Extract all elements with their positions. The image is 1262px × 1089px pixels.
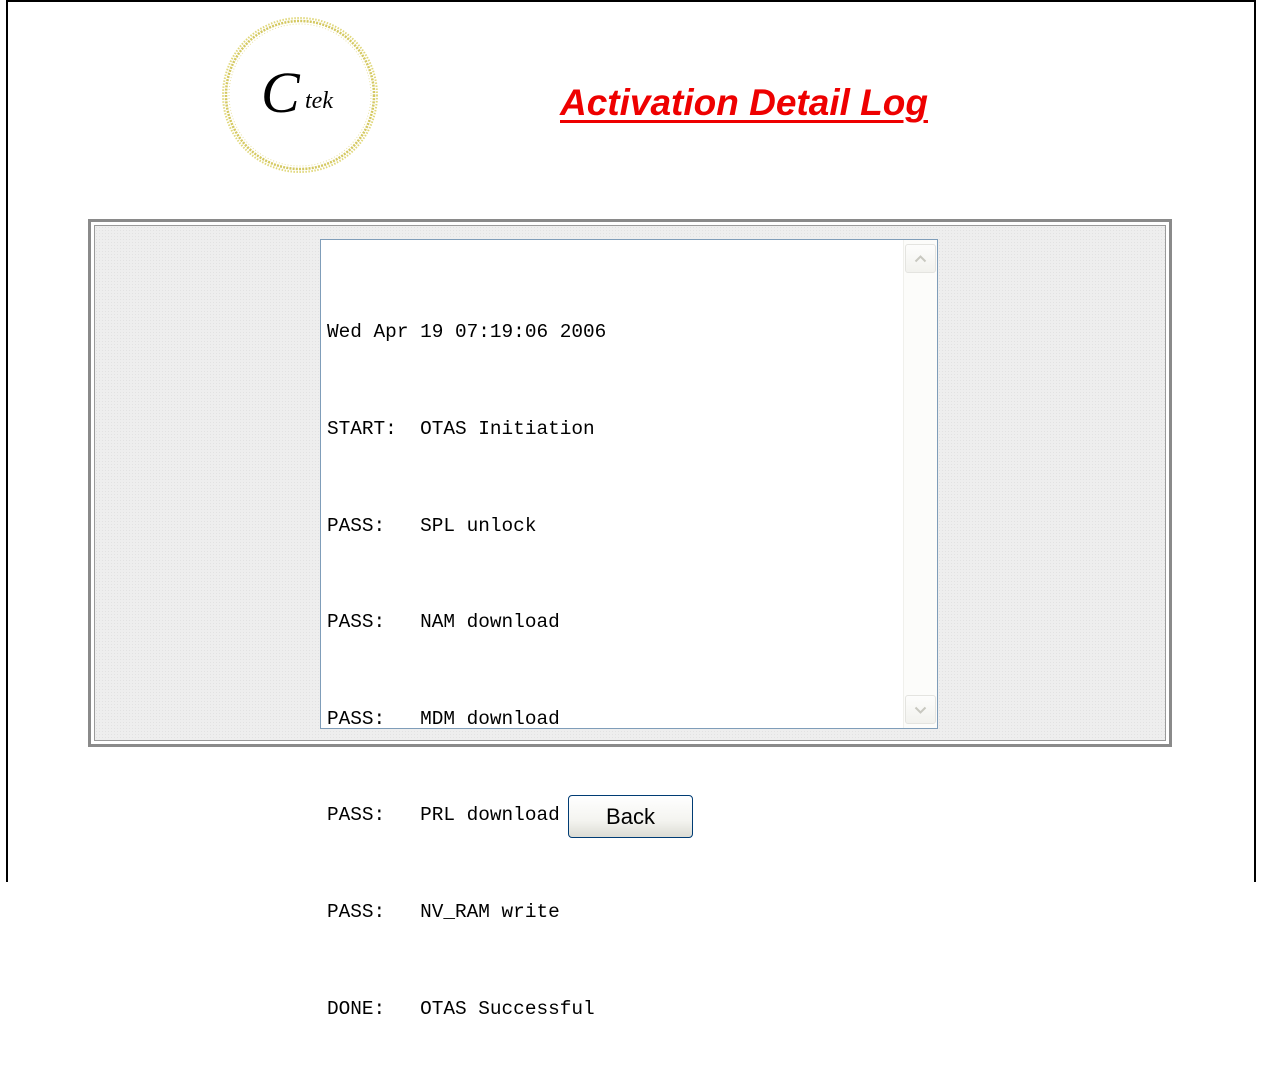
chevron-down-icon (914, 706, 927, 714)
log-text: Wed Apr 19 07:19:06 2006 START: OTAS Ini… (327, 252, 606, 1089)
scroll-up-button[interactable] (905, 244, 936, 273)
log-textarea[interactable]: Wed Apr 19 07:19:06 2006 START: OTAS Ini… (320, 239, 938, 1020)
back-button[interactable]: Back (568, 795, 693, 838)
svg-text:C: C (261, 60, 301, 125)
log-line: PASS: SPL unlock (327, 514, 537, 537)
log-line: PASS: NV_RAM write (327, 901, 560, 924)
scroll-down-button[interactable] (905, 695, 936, 724)
log-line: START: OTAS Initiation (327, 418, 595, 441)
log-line: DONE: OTAS Successful (327, 997, 595, 1020)
log-line: PASS: MDM download (327, 707, 560, 730)
vertical-scrollbar[interactable] (903, 240, 937, 728)
chevron-up-icon (914, 254, 927, 262)
log-line: PASS: PRL download (327, 804, 560, 827)
log-line: Wed Apr 19 07:19:06 2006 (327, 321, 607, 344)
ctek-logo: C tek (219, 14, 381, 176)
svg-text:tek: tek (305, 88, 333, 114)
page-title: Activation Detail Log (560, 82, 928, 123)
log-line: PASS: NAM download (327, 611, 560, 634)
